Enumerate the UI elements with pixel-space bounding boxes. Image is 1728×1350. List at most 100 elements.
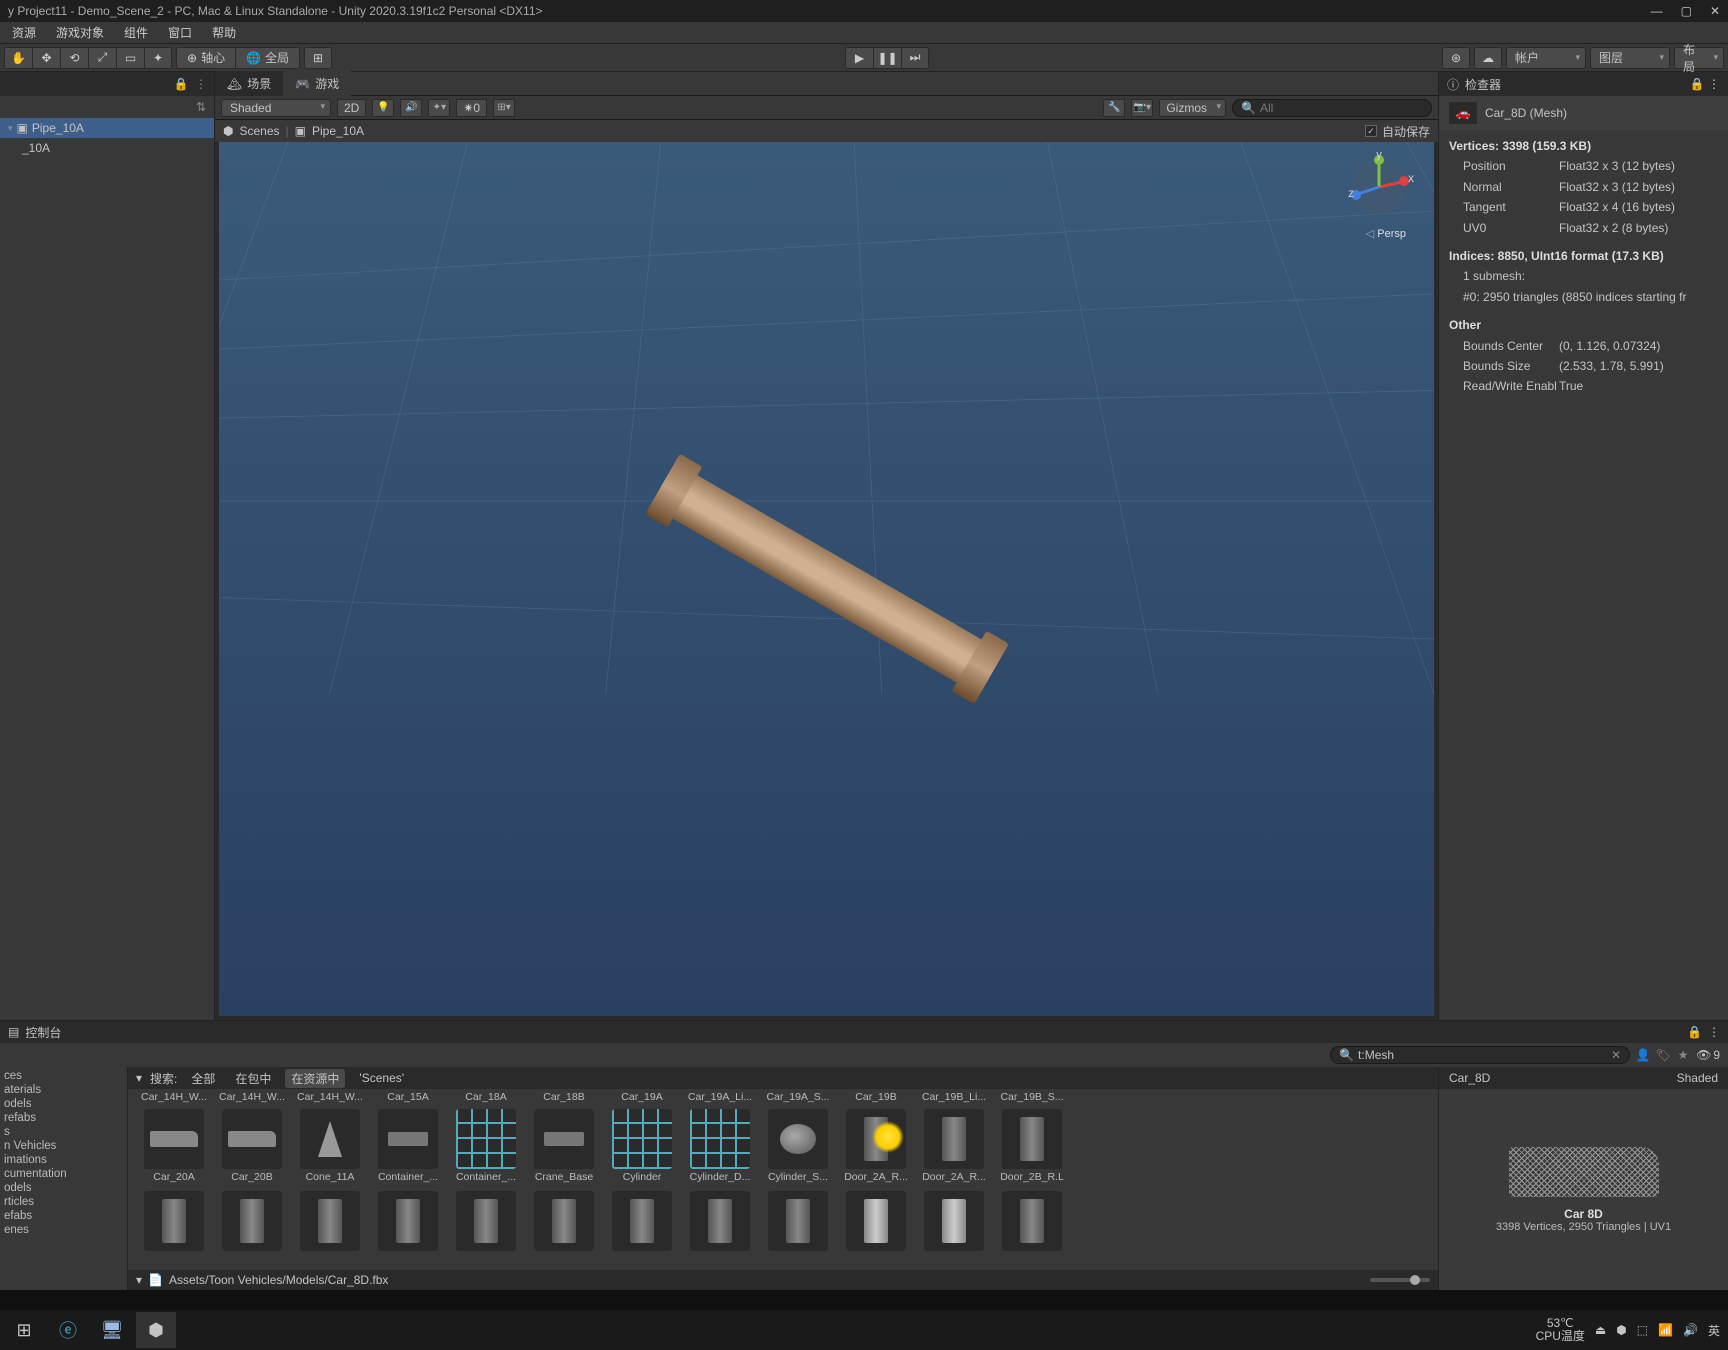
scale-tool-button[interactable]: ⤢	[88, 47, 116, 69]
asset-item[interactable]: Crane_Base	[530, 1109, 598, 1183]
thumbnail-size-slider[interactable]	[1370, 1278, 1430, 1282]
explorer-icon[interactable]: 🖥	[92, 1312, 132, 1348]
axis-gizmo[interactable]: y x z	[1344, 152, 1414, 222]
filter-label-icon[interactable]: 🏷	[1656, 1048, 1670, 1062]
grid-toggle[interactable]: ⊞▾	[493, 99, 515, 117]
asset-item[interactable]: Cylinder	[608, 1109, 676, 1183]
scene-search-input[interactable]: 🔍 All	[1232, 99, 1432, 117]
account-dropdown[interactable]: 帐户	[1506, 47, 1586, 69]
taskbar: ⊞ ⓔ 🖥 ⬢ 53℃ CPU温度 ⏏ ⬢ ⬚ 📶 🔊 英	[0, 1290, 1728, 1350]
caret-icon[interactable]: ▾	[136, 1071, 142, 1085]
hidden-count-icon[interactable]: 👁9	[1696, 1048, 1720, 1062]
project-tree[interactable]: ces aterials odels refabs s n Vehicles i…	[0, 1067, 128, 1290]
breadcrumb-scenes[interactable]: Scenes	[239, 124, 279, 138]
panel-lock-icon[interactable]: 🔒	[1687, 1025, 1702, 1039]
ie-icon[interactable]: ⓔ	[48, 1312, 88, 1348]
collab-button[interactable]: ⊛	[1442, 47, 1470, 69]
hierarchy-child-item[interactable]: _10A	[0, 138, 214, 158]
pause-button[interactable]: ❚❚	[873, 47, 901, 69]
fx-toggle[interactable]: ✦▾	[428, 99, 450, 117]
scene-tab[interactable]: 🏔 场景	[215, 71, 283, 96]
asset-item[interactable]: Door_2A_R...	[920, 1109, 988, 1183]
lock-icon[interactable]: 🔒	[174, 77, 188, 91]
lock-icon[interactable]: 🔒 ⋮	[1690, 77, 1720, 91]
menu-assets[interactable]: 资源	[6, 22, 42, 43]
scene-viewport[interactable]: y x z Persp	[219, 142, 1434, 1016]
hierarchy-sort-icon[interactable]: ⇅	[194, 100, 208, 114]
layers-dropdown[interactable]: 图层	[1590, 47, 1670, 69]
asset-item[interactable]: Car_20B	[218, 1109, 286, 1183]
tools-icon[interactable]: 🔧	[1103, 99, 1125, 117]
step-button[interactable]: ⏭	[901, 47, 929, 69]
asset-item[interactable]: Door_2B_R.L	[998, 1109, 1066, 1183]
tray-wifi-icon[interactable]: 📶	[1658, 1323, 1673, 1337]
inspector-panel: ⓘ 检查器 🔒 ⋮ 🚗 Car_8D (Mesh) Vertices: 3398…	[1438, 72, 1728, 1020]
close-icon[interactable]: ✕	[1710, 4, 1720, 18]
maximize-icon[interactable]: ▢	[1681, 4, 1692, 18]
unity-task-icon[interactable]: ⬢	[136, 1312, 176, 1348]
hand-tool-button[interactable]: ✋	[4, 47, 32, 69]
transform-tool-button[interactable]: ✦	[144, 47, 172, 69]
hidden-toggle[interactable]: ✷0	[456, 99, 487, 117]
hierarchy-root-item[interactable]: ▾ ▣ Pipe_10A	[0, 118, 214, 138]
clear-search-icon[interactable]: ✕	[1611, 1048, 1621, 1062]
menu-icon[interactable]: ⋮	[194, 77, 208, 91]
game-tab[interactable]: 🎮 游戏	[283, 71, 351, 96]
caret-icon[interactable]: ▾	[136, 1273, 142, 1287]
menu-window[interactable]: 窗口	[162, 22, 198, 43]
autosave-checkbox[interactable]: ✓	[1365, 125, 1377, 137]
filter-in-packages[interactable]: 在包中	[229, 1069, 277, 1088]
filter-in-assets[interactable]: 在资源中	[285, 1069, 345, 1088]
menu-gameobject[interactable]: 游戏对象	[50, 22, 110, 43]
cpu-temp[interactable]: 53℃ CPU温度	[1536, 1317, 1585, 1343]
start-button[interactable]: ⊞	[4, 1312, 44, 1348]
move-tool-button[interactable]: ✥	[32, 47, 60, 69]
play-button[interactable]: ▶	[845, 47, 873, 69]
snap-button[interactable]: ⊞	[304, 47, 332, 69]
inspector-tab-label[interactable]: 检查器	[1465, 76, 1501, 93]
shading-dropdown[interactable]: Shaded	[221, 99, 331, 117]
asset-item[interactable]: Cone_11A	[296, 1109, 364, 1183]
filter-type-icon[interactable]: 👤	[1636, 1048, 1650, 1062]
main-toolbar: ✋ ✥ ⟲ ⤢ ▭ ✦ ⊕ 轴心 🌐 全局 ⊞ ▶ ❚❚ ⏭ ⊛ ☁ 帐户 图层…	[0, 44, 1728, 72]
tray-up-icon[interactable]: ⏏	[1595, 1323, 1606, 1337]
minimize-icon[interactable]: —	[1651, 4, 1663, 18]
projection-label[interactable]: Persp	[1366, 227, 1406, 240]
preview-shading[interactable]: Shaded	[1677, 1071, 1718, 1085]
preview-title: Car 8D	[1564, 1207, 1603, 1221]
tray-ime[interactable]: 英	[1708, 1322, 1720, 1339]
menu-component[interactable]: 组件	[118, 22, 154, 43]
filter-scenes[interactable]: 'Scenes'	[353, 1070, 410, 1086]
2d-toggle[interactable]: 2D	[337, 99, 366, 117]
hierarchy-child-label: _10A	[22, 141, 50, 155]
filter-all[interactable]: 全部	[185, 1069, 221, 1088]
cloud-button[interactable]: ☁	[1474, 47, 1502, 69]
asset-item[interactable]: Cylinder_D...	[686, 1109, 754, 1183]
global-button[interactable]: 🌐 全局	[235, 47, 300, 69]
cube-icon: ▣	[17, 121, 28, 135]
asset-item[interactable]: Door_2A_R...	[842, 1109, 910, 1183]
tray-unity-icon[interactable]: ⬢	[1616, 1323, 1626, 1337]
audio-toggle[interactable]: 🔊	[400, 99, 422, 117]
menu-help[interactable]: 帮助	[206, 22, 242, 43]
console-tab-label[interactable]: 控制台	[25, 1024, 61, 1041]
asset-item[interactable]: Cylinder_S...	[764, 1109, 832, 1183]
rotate-tool-button[interactable]: ⟲	[60, 47, 88, 69]
lighting-toggle[interactable]: 💡	[372, 99, 394, 117]
wireframe-preview[interactable]	[1509, 1147, 1659, 1197]
asset-item[interactable]: Container_...	[374, 1109, 442, 1183]
layout-dropdown[interactable]: 布局	[1674, 47, 1724, 69]
tray-action-icon[interactable]: ⬚	[1637, 1323, 1648, 1337]
panel-menu-icon[interactable]: ⋮	[1708, 1025, 1720, 1039]
pivot-button[interactable]: ⊕ 轴心	[176, 47, 235, 69]
rect-tool-button[interactable]: ▭	[116, 47, 144, 69]
camera-icon[interactable]: 📷▾	[1131, 99, 1153, 117]
asset-item[interactable]: Car_20A	[140, 1109, 208, 1183]
breadcrumb-current[interactable]: Pipe_10A	[312, 124, 364, 138]
project-search-input[interactable]: 🔍 t:Mesh ✕	[1330, 1046, 1630, 1064]
gizmos-dropdown[interactable]: Gizmos	[1159, 99, 1226, 117]
tray-volume-icon[interactable]: 🔊	[1683, 1323, 1698, 1337]
asset-path[interactable]: Assets/Toon Vehicles/Models/Car_8D.fbx	[169, 1273, 388, 1287]
favorite-icon[interactable]: ★	[1676, 1048, 1690, 1062]
asset-item[interactable]: Container_...	[452, 1109, 520, 1183]
